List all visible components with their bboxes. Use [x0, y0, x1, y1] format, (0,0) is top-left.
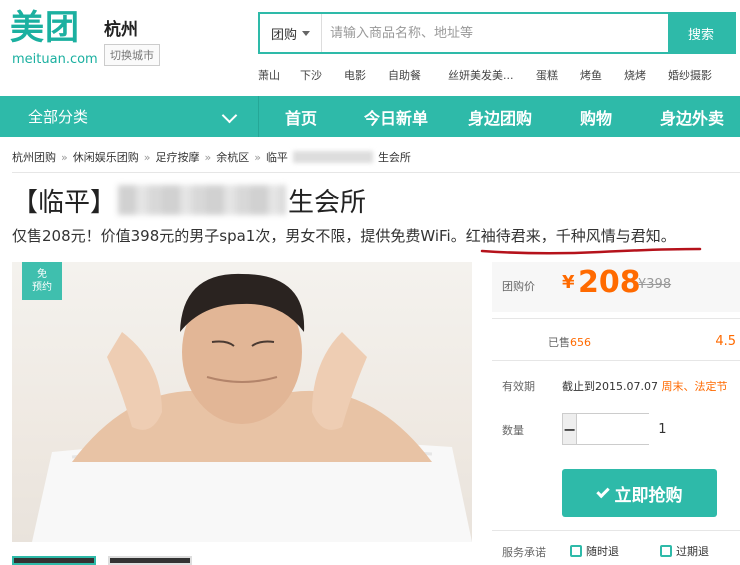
divider [12, 172, 740, 173]
promise-item-label: 随时退 [586, 545, 619, 558]
logo-en-text: meituan.com [12, 52, 98, 67]
breadcrumb-separator-icon: » [61, 150, 68, 164]
all-categories-label: 全部分类 [28, 108, 89, 126]
refund-anytime-icon [570, 545, 582, 557]
nav-item-takeout[interactable]: 身边外卖 [660, 96, 724, 137]
promise-item: 过期退 [660, 543, 709, 559]
promise-item-label: 过期退 [676, 545, 709, 558]
nav-item-new-today[interactable]: 今日新单 [364, 96, 428, 137]
price-label: 团购价 [502, 280, 535, 293]
breadcrumb-current: 生会所 [377, 151, 411, 164]
deal-subtitle-highlight: 红袖待君来，千种风情与君知。 [465, 227, 676, 245]
currency-symbol: ¥ [562, 272, 575, 293]
deal-title: 【临平】 生会所 [12, 180, 366, 220]
deal-photo[interactable]: 免 预约 [12, 262, 472, 542]
breadcrumb-item[interactable]: 余杭区 [216, 149, 249, 165]
service-promise: 服务承诺 随时退 过期退 [492, 542, 740, 560]
search-type-dropdown[interactable]: 团购 [260, 14, 322, 52]
search-button[interactable]: 搜索 [668, 14, 734, 52]
site-header: 美团 meituan.com 杭州 切换城市 团购 搜索 萧山 下沙 电影 自助… [0, 0, 740, 95]
breadcrumb-item[interactable]: 杭州团购 [12, 149, 56, 165]
no-reservation-badge: 免 预约 [22, 262, 62, 300]
meituan-logo[interactable]: 美团 meituan.com [10, 8, 98, 67]
badge-line1: 免 [37, 269, 47, 280]
sold-count: 656 [570, 336, 591, 349]
nav-item-shopping[interactable]: 购物 [580, 96, 612, 137]
caret-down-icon [302, 30, 310, 36]
original-price: ¥398 [638, 277, 672, 292]
badge-line2: 预约 [32, 282, 52, 293]
blurred-text [118, 185, 287, 215]
breadcrumb-item[interactable]: 临平 [266, 149, 288, 165]
hot-link[interactable]: 婚纱摄影 [668, 67, 712, 83]
search-input[interactable] [322, 14, 668, 52]
purchase-panel: 团购价 ¥ 208 ¥398 已售656 4.5 有效期 截止到2015.07.… [492, 262, 740, 565]
deal-title-suffix: 生会所 [288, 187, 367, 218]
main-nav: 全部分类 首页 今日新单 身边团购 购物 身边外卖 [0, 96, 740, 137]
deal-title-prefix: 【临平】 [12, 187, 117, 218]
search-bar: 团购 搜索 [258, 12, 736, 54]
hot-link[interactable]: 蛋糕 [536, 67, 558, 83]
rating-score[interactable]: 4.5 [715, 334, 736, 349]
breadcrumb-item[interactable]: 足疗按摩 [155, 149, 199, 165]
hot-search-links: 萧山 下沙 电影 自助餐 丝妍美发美... 蛋糕 烤鱼 烧烤 婚纱摄影 [258, 67, 738, 83]
hot-link[interactable]: 萧山 [258, 67, 280, 83]
buy-now-button[interactable]: 立即抢购 [562, 469, 717, 517]
divider [492, 530, 740, 531]
valid-extra: 周末、法定节 [661, 380, 728, 393]
switch-city-button[interactable]: 切换城市 [104, 44, 160, 66]
deal-price: 208 [578, 265, 641, 300]
breadcrumb-separator-icon: » [204, 150, 212, 164]
quantity-label: 数量 [502, 424, 524, 437]
breadcrumb-separator-icon: » [254, 150, 261, 164]
hot-link[interactable]: 丝妍美发美... [448, 67, 514, 83]
spa-massage-image [32, 273, 472, 542]
sold-label: 已售 [548, 336, 570, 349]
expired-refund-icon [660, 545, 672, 557]
search-type-label: 团购 [270, 27, 297, 43]
blurred-text [292, 151, 373, 163]
all-categories-menu[interactable]: 全部分类 [12, 96, 257, 137]
valid-label: 有效期 [502, 380, 535, 393]
nav-item-nearby[interactable]: 身边团购 [468, 96, 532, 137]
red-underline-annotation [480, 247, 702, 255]
check-icon [595, 484, 610, 498]
hot-link[interactable]: 烧烤 [624, 67, 646, 83]
nav-item-home[interactable]: 首页 [285, 96, 317, 137]
divider [492, 360, 740, 361]
hot-link[interactable]: 电影 [344, 67, 366, 83]
thumbnail[interactable] [108, 556, 192, 565]
valid-until: 截止到2015.07.07 [562, 380, 658, 393]
chevron-down-icon [221, 107, 238, 124]
breadcrumb-separator-icon: » [143, 150, 151, 164]
valid-period: 截止到2015.07.07 周末、法定节 [562, 378, 727, 394]
promise-label: 服务承诺 [502, 546, 546, 559]
thumbnail[interactable] [12, 556, 96, 565]
quantity-input[interactable] [576, 414, 740, 444]
promise-item: 随时退 [570, 543, 619, 559]
nav-divider [258, 96, 259, 137]
hot-link[interactable]: 烤鱼 [580, 67, 602, 83]
hot-link[interactable]: 自助餐 [388, 67, 421, 83]
price-row: 团购价 ¥ 208 ¥398 [492, 262, 740, 312]
buy-button-label: 立即抢购 [614, 485, 683, 506]
quantity-stepper: − + [562, 413, 740, 445]
current-city: 杭州 [104, 20, 138, 40]
deal-subtitle: 仅售208元！价值398元的男子spa1次，男女不限，提供免费WiFi。红袖待君… [12, 225, 676, 246]
logo-cn-text: 美团 [10, 8, 80, 48]
breadcrumb: 杭州团购 » 休闲娱乐团购 » 足疗按摩 » 余杭区 » 临平 生会所 [12, 149, 411, 165]
breadcrumb-item[interactable]: 休闲娱乐团购 [73, 149, 139, 165]
sold-info: 已售656 [548, 334, 591, 350]
quantity-minus-button[interactable]: − [563, 414, 577, 444]
photo-thumbnails [12, 556, 212, 565]
divider [492, 318, 740, 319]
hot-link[interactable]: 下沙 [300, 67, 322, 83]
deal-subtitle-main: 仅售208元！价值398元的男子spa1次，男女不限，提供免费WiFi。 [12, 227, 466, 245]
